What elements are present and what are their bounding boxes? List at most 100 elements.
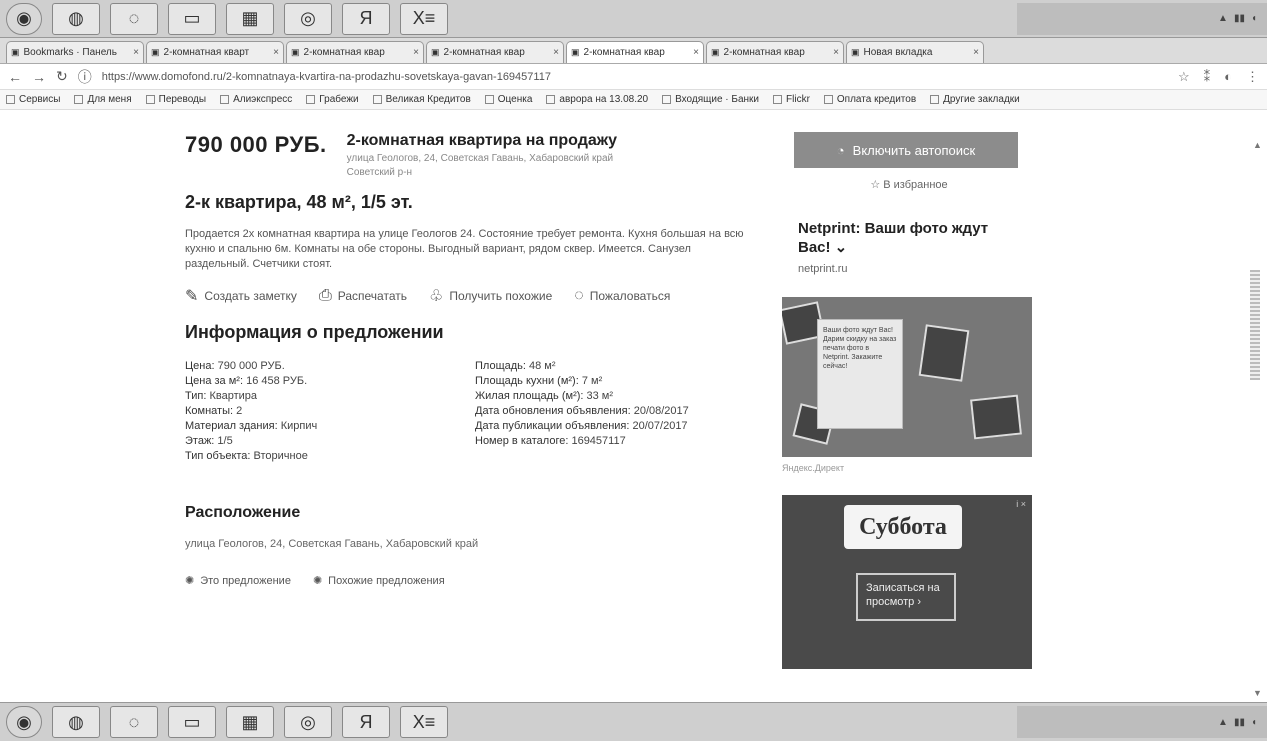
info-label: Цена за м²: [185,375,244,387]
tab-close-icon[interactable]: × [693,47,699,58]
bookmark-label: Оплата кредитов [836,94,917,105]
tab-close-icon[interactable]: × [553,47,559,58]
bookmark-label: Грабежи [319,94,359,105]
note-icon: ✎ [185,288,199,305]
scrollbar-thumb[interactable] [1250,270,1260,380]
bookmark-item[interactable]: Грабежи [306,94,359,105]
bookmark-item[interactable]: Flickr [773,94,810,105]
listing-district[interactable]: Советский р-н [347,167,617,178]
taskbar-chrome[interactable]: ◎ [284,706,332,738]
banner-cta-button[interactable]: Записаться на просмотр › [856,573,956,621]
taskbar-top: ◉ ◍ ◌ ▭ ▦ ◎ Я X≡ ▲ ▮▮ ◖ [0,0,1267,38]
bookmark-star-icon[interactable]: ☆ [1178,69,1190,85]
extension-icon[interactable]: ⁑ [1204,69,1211,85]
listing-title-block: 2-комнатная квартира на продажу улица Ге… [347,132,617,178]
bookmark-item[interactable]: Другие закладки [930,94,1020,105]
similar-action[interactable]: ♧ Получить похожие [429,286,552,306]
info-row: Цена за м²: 16 458 РУБ. [185,374,475,389]
forward-icon[interactable]: → [32,69,46,85]
tab-close-icon[interactable]: × [413,47,419,58]
print-action[interactable]: ⎙ Распечатать [319,286,407,306]
taskbar-explorer[interactable]: ◌ [110,706,158,738]
bookmark-item[interactable]: Переводы [145,94,206,105]
menu-icon[interactable]: ⋮ [1246,69,1259,85]
browser-tab[interactable]: ▣ 2-комнатная квар × [566,41,704,63]
tab-close-icon[interactable]: × [273,47,279,58]
note-action[interactable]: ✎ Создать заметку [185,286,297,306]
browser-tab[interactable]: ▣ 2-комнатная квар × [286,41,424,63]
bookmark-item[interactable]: Входящие · Банки [662,94,759,105]
profile-icon[interactable]: ◐ [1224,69,1232,85]
ad-photo [970,394,1022,440]
taskbar-excel[interactable]: X≡ [400,2,448,35]
info-row: Тип объекта: Вторичное [185,449,475,464]
listing-description: Продается 2х комнатная квартира на улице… [185,228,744,270]
ad-caption[interactable]: Яндекс.Директ [782,463,1036,473]
listing-title: 2-комнатная квартира на продажу [346,132,617,149]
browser-tab[interactable]: ▣ 2-комнатная квар × [706,41,844,63]
ad-domain[interactable]: netprint.ru [798,263,1036,275]
system-tray[interactable]: ▲ ▮▮ ◖ [1017,706,1267,738]
ad-banner-subbota[interactable]: i × Суббота Записаться на просмотр › [782,495,1032,669]
taskbar-yandex[interactable]: Я [342,2,390,35]
browser-tab[interactable]: ▣ 2-комнатная кварт × [146,41,284,63]
taskbar-bottom: ◉ ◍ ◌ ▭ ▦ ◎ Я X≡ ▲ ▮▮ ◖ [0,702,1267,741]
bookmark-icon [823,95,833,104]
info-label: Материал здания: [185,420,278,432]
taskbar-start[interactable]: ◉ [6,2,42,35]
tab-close-icon[interactable]: × [133,47,139,58]
ad-image-netprint[interactable]: Ваши фото ждут Вас! Дарим скидку на зака… [782,297,1032,457]
taskbar-folder[interactable]: ▭ [168,706,216,738]
reload-icon[interactable]: ↻ [56,68,68,85]
banner-logo: Суббота [844,505,962,549]
report-action[interactable]: ◌ Пожаловаться [574,286,670,306]
autosearch-button[interactable]: ◔ Включить автопоиск [794,132,1018,168]
browser-tab[interactable]: ▣ 2-комнатная квар × [426,41,564,63]
listing-address[interactable]: улица Геологов, 24, Советская Гавань, Ха… [347,153,617,164]
bookmarks-bar: Сервисы Для меня Переводы Алиэкспресс Грабеж… [0,90,1267,110]
ad-title[interactable]: Netprint: Ваши фото ждут Вас! ⌄ [798,219,1018,257]
bookmark-item[interactable]: Сервисы [6,94,60,105]
taskbar-browser[interactable]: ◍ [52,2,100,35]
tab-close-icon[interactable]: × [833,47,839,58]
chrome-icon: ◎ [300,8,316,28]
bookmark-item[interactable]: Великая Кредитов [372,94,471,105]
taskbar-browser[interactable]: ◍ [52,706,100,738]
info-row: Дата обновления объявления: 20/08/2017 [475,404,765,419]
scroll-up-arrow[interactable]: ▲ [1253,140,1262,150]
favorite-link[interactable]: ☆ В избранное [782,178,1036,191]
ad-card: Ваши фото ждут Вас! Дарим скидку на зака… [817,319,903,429]
system-tray[interactable]: ▲ ▮▮ ◖ [1017,2,1267,35]
taskbar-yandex[interactable]: Я [342,706,390,738]
taskbar-media[interactable]: ▦ [226,2,274,35]
info-row: Цена: 790 000 РУБ. [185,359,475,374]
bookmark-item[interactable]: Алиэкспресс [220,94,292,105]
url-field[interactable]: https://www.domofond.ru/2-komnatnaya-kva… [102,71,1168,83]
taskbar-chrome[interactable]: ◎ [284,2,332,35]
explorer-icon: ◌ [128,8,140,28]
taskbar-folder[interactable]: ▭ [168,2,216,35]
address-bar: ← → ↻ ⓘ https://www.domofond.ru/2-komnat… [0,64,1267,90]
bookmark-item[interactable]: аврора на 13.08.20 [546,94,648,105]
bookmark-icon [546,95,556,104]
browser-tab[interactable]: ▣ Bookmarks · Панель × [6,41,144,63]
bookmark-item[interactable]: Оценка [484,94,533,105]
bookmark-item[interactable]: Оплата кредитов [823,94,917,105]
bookmark-item[interactable]: Для меня [74,94,132,105]
bookmark-label: Оценка [497,94,533,105]
tab-favicon-icon: ▣ [11,47,20,57]
scroll-down-arrow[interactable]: ▼ [1253,688,1262,698]
taskbar-start[interactable]: ◉ [6,706,42,738]
map-filter-link[interactable]: ✺ Это предложение [185,574,291,588]
info-row: Материал здания: Кирпич [185,419,475,434]
browser-tab[interactable]: ▣ Новая вкладка × [846,41,984,63]
secure-lock-icon[interactable]: ⓘ [78,67,92,87]
map-filter-link[interactable]: ✺ Похожие предложения [313,574,445,588]
tab-close-icon[interactable]: × [973,47,979,58]
taskbar-explorer[interactable]: ◌ [110,2,158,35]
taskbar-excel[interactable]: X≡ [400,706,448,738]
ad-info-icon[interactable]: i × [1016,499,1026,509]
taskbar-media[interactable]: ▦ [226,706,274,738]
info-value: 20/07/2017 [632,420,688,432]
back-icon[interactable]: ← [8,69,22,85]
